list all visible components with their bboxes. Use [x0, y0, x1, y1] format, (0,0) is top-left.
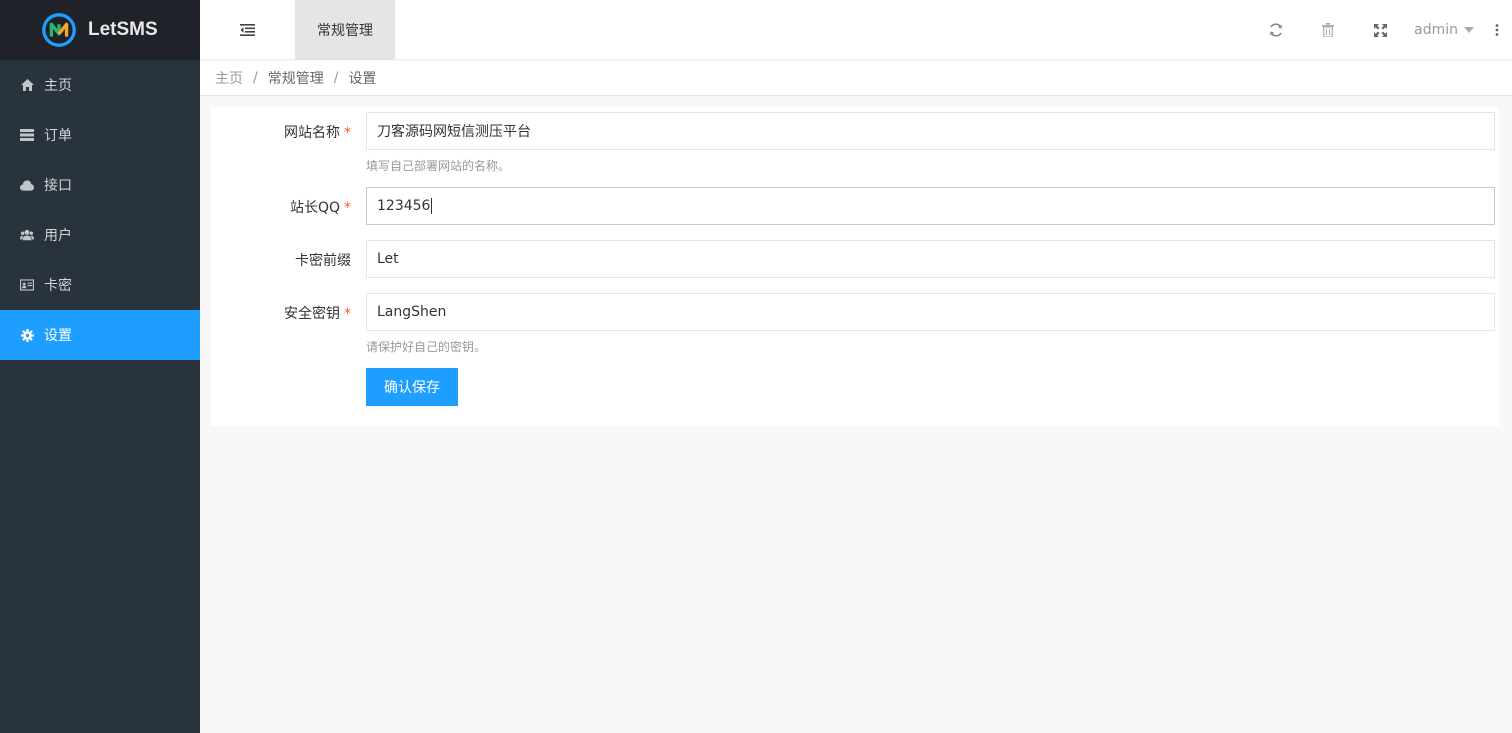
site-name-label: 网站名称 * — [211, 122, 351, 142]
sidebar-item-label: 订单 — [44, 128, 72, 144]
sidebar-item-label: 主页 — [44, 78, 72, 94]
user-menu[interactable]: admin — [1406, 0, 1482, 60]
top-header: 常规管理 admin — [200, 0, 1512, 60]
gear-icon — [20, 328, 34, 342]
sidebar-item-cards[interactable]: 卡密 — [0, 260, 200, 310]
site-name-value: 刀客源码网短信测压平台 — [377, 124, 531, 140]
secret-key-hint: 请保护好自己的密钥。 — [366, 340, 487, 354]
breadcrumb-separator: / — [253, 70, 258, 86]
card-icon — [20, 278, 34, 292]
secret-key-input[interactable]: LangShen — [366, 293, 1495, 331]
sidebar-toggle-button[interactable] — [200, 0, 295, 60]
breadcrumb: 主页 / 常规管理 / 设置 — [200, 61, 1512, 96]
owner-qq-label: 站长QQ * — [211, 197, 351, 217]
refresh-icon — [1270, 23, 1282, 37]
breadcrumb-general[interactable]: 常规管理 — [268, 68, 324, 88]
site-name-label-text: 网站名称 — [284, 125, 340, 141]
secret-key-value: LangShen — [377, 304, 447, 320]
text-cursor — [431, 198, 433, 214]
sidebar: LetSMS 主页 订单 接口 用户 卡密 设置 — [0, 0, 200, 733]
logo[interactable]: LetSMS — [0, 0, 200, 60]
breadcrumb-separator: / — [333, 70, 339, 86]
indent-icon — [240, 24, 255, 36]
users-icon — [20, 228, 34, 242]
cloud-icon — [20, 178, 34, 192]
caret-down-icon — [1464, 27, 1474, 33]
tab-general-management[interactable]: 常规管理 — [295, 0, 395, 60]
list-icon — [20, 128, 34, 142]
required-mark: * — [344, 306, 351, 322]
owner-qq-input[interactable]: 123456 — [366, 187, 1495, 225]
card-prefix-label-text: 卡密前缀 — [295, 253, 351, 269]
sidebar-item-users[interactable]: 用户 — [0, 210, 200, 260]
sidebar-item-api[interactable]: 接口 — [0, 160, 200, 210]
username: admin — [1414, 22, 1458, 38]
sidebar-item-orders[interactable]: 订单 — [0, 110, 200, 160]
fullscreen-button[interactable] — [1354, 0, 1406, 60]
sidebar-item-label: 接口 — [44, 178, 72, 194]
app-name: LetSMS — [88, 19, 158, 40]
fullscreen-icon — [1373, 23, 1387, 37]
required-mark: * — [344, 200, 351, 216]
clear-cache-button[interactable] — [1302, 0, 1354, 60]
secret-key-label-text: 安全密钥 — [284, 306, 340, 322]
breadcrumb-current: 设置 — [348, 71, 377, 87]
sidebar-item-home[interactable]: 主页 — [0, 60, 200, 110]
site-name-input[interactable]: 刀客源码网短信测压平台 — [366, 112, 1495, 150]
home-icon — [20, 78, 34, 92]
owner-qq-label-text: 站长QQ — [289, 200, 340, 216]
sidebar-item-settings[interactable]: 设置 — [0, 310, 200, 360]
trash-icon — [1322, 23, 1335, 37]
more-vertical-icon — [1495, 24, 1499, 36]
save-button[interactable]: 确认保存 — [366, 368, 458, 406]
sidebar-item-label: 用户 — [44, 228, 72, 244]
card-prefix-input[interactable]: Let — [366, 240, 1495, 278]
settings-form: 网站名称 * 刀客源码网短信测压平台 填写自己部署网站的名称。 站长QQ * 123… — [211, 107, 1499, 426]
refresh-button[interactable] — [1250, 0, 1302, 60]
card-prefix-value: Let — [377, 251, 399, 267]
card-prefix-label: 卡密前缀 — [211, 250, 351, 270]
sidebar-item-label: 设置 — [44, 328, 72, 344]
breadcrumb-home[interactable]: 主页 — [215, 68, 243, 88]
owner-qq-value: 123456 — [377, 198, 431, 214]
header-tools: admin — [1250, 0, 1512, 60]
logo-icon — [42, 13, 76, 47]
sidebar-item-label: 卡密 — [44, 278, 72, 294]
required-mark: * — [344, 125, 351, 141]
secret-key-label: 安全密钥 * — [211, 303, 351, 323]
site-name-hint: 填写自己部署网站的名称。 — [366, 159, 511, 173]
more-button[interactable] — [1482, 0, 1512, 60]
